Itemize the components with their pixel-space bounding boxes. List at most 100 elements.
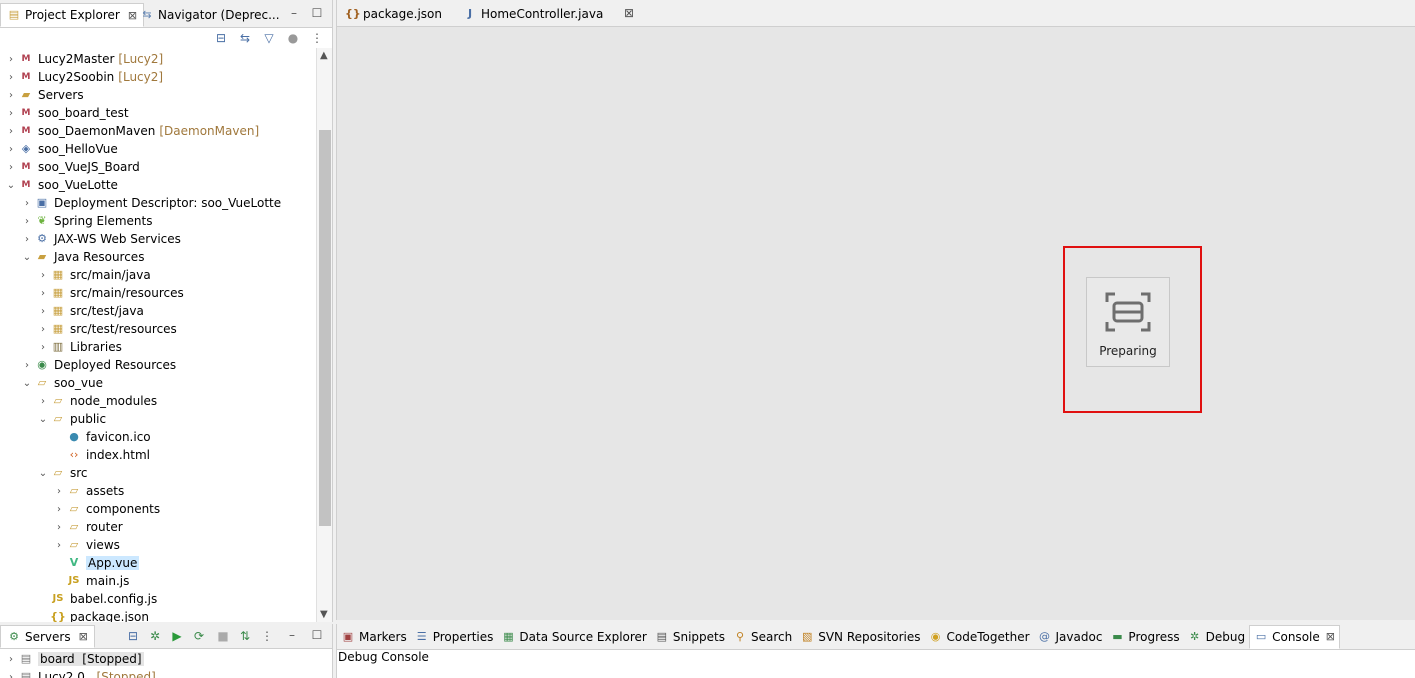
view-menu-icon[interactable]: ⋮: [308, 30, 326, 46]
stop-icon[interactable]: ■: [214, 628, 232, 644]
chevron-right-icon[interactable]: ›: [52, 522, 66, 533]
tab-homecontroller-java[interactable]: J HomeController.java: [457, 2, 609, 26]
tree-item[interactable]: › ▥ Libraries: [36, 338, 122, 356]
collapse-all-icon[interactable]: ⊟: [212, 30, 230, 46]
chevron-right-icon[interactable]: ›: [4, 108, 18, 119]
chevron-right-icon[interactable]: ›: [36, 270, 50, 281]
maximize-icon[interactable]: ☐: [309, 628, 325, 642]
tab-package-json[interactable]: {} package.json: [339, 2, 448, 26]
chevron-right-icon[interactable]: ›: [36, 396, 50, 407]
scroll-down-icon[interactable]: ▼: [320, 609, 328, 620]
tree-item[interactable]: › ▦ src/test/java: [36, 302, 144, 320]
chevron-right-icon[interactable]: ›: [4, 672, 18, 678]
chevron-down-icon[interactable]: ⌄: [36, 468, 50, 479]
run-icon[interactable]: ▶: [168, 628, 186, 644]
tree-item[interactable]: › ▱ node_modules: [36, 392, 157, 410]
minimize-icon[interactable]: –: [284, 628, 300, 642]
tree-item[interactable]: › ▦ src/main/java: [36, 266, 151, 284]
tree-item[interactable]: › ▦ src/test/resources: [36, 320, 177, 338]
chevron-right-icon[interactable]: ›: [4, 72, 18, 83]
tree-item[interactable]: › M Lucy2Master [Lucy2]: [4, 50, 163, 68]
chevron-right-icon[interactable]: ›: [20, 360, 34, 371]
server-row[interactable]: › ▤ Lucy2.0 [Stopped]: [4, 668, 156, 678]
tab-markers[interactable]: ▣ Markers: [337, 625, 411, 649]
tree-item[interactable]: JS main.js: [66, 572, 130, 590]
chevron-right-icon[interactable]: ›: [4, 54, 18, 65]
tree-item[interactable]: ‹› index.html: [66, 446, 150, 464]
tab-svn-repositories[interactable]: ▧ SVN Repositories: [796, 625, 924, 649]
maximize-icon[interactable]: ☐: [309, 6, 325, 20]
tree-item[interactable]: › Msoo_DaemonMaven [DaemonMaven]: [4, 122, 259, 140]
tab-servers[interactable]: ⚙ Servers ⊠: [0, 625, 95, 648]
collapse-icon[interactable]: ⊟: [124, 628, 142, 644]
close-icon[interactable]: ⊠: [79, 630, 88, 643]
chevron-down-icon[interactable]: ⌄: [20, 378, 34, 389]
tree-item[interactable]: ⌄ Msoo_VueLotte: [4, 176, 118, 194]
tree-item-selected[interactable]: V App.vue: [66, 554, 140, 572]
tab-search[interactable]: ⚲ Search: [729, 625, 796, 649]
focus-icon[interactable]: ●: [284, 30, 302, 46]
tree-item[interactable]: › ▱ views: [52, 536, 120, 554]
tree-item[interactable]: ⌄ ▰ Java Resources: [20, 248, 145, 266]
tree-item[interactable]: › Msoo_board_test: [4, 104, 129, 122]
chevron-right-icon[interactable]: ›: [36, 288, 50, 299]
tree-item[interactable]: › ◉ Deployed Resources: [20, 356, 176, 374]
tree-item[interactable]: › ▦ src/main/resources: [36, 284, 184, 302]
tree-item[interactable]: › ▱ assets: [52, 482, 124, 500]
chevron-right-icon[interactable]: ›: [52, 504, 66, 515]
tab-console[interactable]: ▭ Console ⊠: [1249, 624, 1340, 649]
tab-debug[interactable]: ✲ Debug: [1184, 625, 1249, 649]
publish-icon[interactable]: ⇅: [236, 628, 254, 644]
chevron-right-icon[interactable]: ›: [20, 198, 34, 209]
tree-item[interactable]: › ▣ Deployment Descriptor: soo_VueLotte: [20, 194, 281, 212]
tab-javadoc[interactable]: @ Javadoc: [1034, 625, 1107, 649]
tree-item[interactable]: › Msoo_VueJS_Board: [4, 158, 140, 176]
tree-item[interactable]: › ▱ router: [52, 518, 123, 536]
tree-item[interactable]: ⌄ ▱ public: [36, 410, 106, 428]
tree-item[interactable]: JS babel.config.js: [50, 590, 158, 608]
tree-item[interactable]: › ❦ Spring Elements: [20, 212, 152, 230]
tree-item[interactable]: › ▰ Servers: [4, 86, 84, 104]
chevron-right-icon[interactable]: ›: [4, 126, 18, 137]
chevron-right-icon[interactable]: ›: [52, 486, 66, 497]
tree-item[interactable]: ⌄ ▱ src: [36, 464, 88, 482]
tree-item[interactable]: › ▱ components: [52, 500, 160, 518]
tab-properties[interactable]: ☰ Properties: [411, 625, 498, 649]
scroll-up-icon[interactable]: ▲: [320, 50, 328, 61]
minimize-icon[interactable]: –: [286, 6, 302, 20]
link-with-editor-icon[interactable]: ⇆: [236, 30, 254, 46]
chevron-right-icon[interactable]: ›: [4, 162, 18, 173]
chevron-right-icon[interactable]: ›: [20, 234, 34, 245]
chevron-down-icon[interactable]: ⌄: [36, 414, 50, 425]
scroll-thumb[interactable]: [319, 130, 331, 526]
tab-project-explorer[interactable]: ▤ Project Explorer ⊠: [0, 3, 145, 27]
tree-item[interactable]: ● favicon.ico: [66, 428, 150, 446]
chevron-right-icon[interactable]: ›: [36, 342, 50, 353]
chevron-down-icon[interactable]: ⌄: [4, 180, 18, 191]
profile-icon[interactable]: ⟳: [190, 628, 208, 644]
chevron-right-icon[interactable]: ›: [36, 306, 50, 317]
tab-data-source-explorer[interactable]: ▦ Data Source Explorer: [497, 625, 650, 649]
tree-item[interactable]: › ◈ soo_HelloVue: [4, 140, 118, 158]
view-menu-icon[interactable]: ⋮: [258, 628, 276, 644]
tree-item[interactable]: ⌄ ▱ soo_vue: [20, 374, 103, 392]
chevron-right-icon[interactable]: ›: [36, 324, 50, 335]
filter-icon[interactable]: ▽: [260, 30, 278, 46]
chevron-right-icon[interactable]: ›: [20, 216, 34, 227]
tab-snippets[interactable]: ▤ Snippets: [651, 625, 729, 649]
chevron-right-icon[interactable]: ›: [52, 540, 66, 551]
chevron-right-icon[interactable]: ›: [4, 90, 18, 101]
tree-item[interactable]: › M Lucy2Soobin [Lucy2]: [4, 68, 163, 86]
tree-item[interactable]: {} package.json: [50, 608, 149, 622]
close-icon[interactable]: ⊠: [1326, 630, 1335, 643]
server-row[interactable]: › ▤ board [Stopped]: [4, 650, 144, 668]
vertical-scrollbar[interactable]: ▲ ▼: [316, 48, 332, 622]
chevron-right-icon[interactable]: ›: [4, 654, 18, 665]
close-icon[interactable]: ⊠: [621, 6, 637, 20]
chevron-down-icon[interactable]: ⌄: [20, 252, 34, 263]
chevron-right-icon[interactable]: ›: [4, 144, 18, 155]
debug-icon[interactable]: ✲: [146, 628, 164, 644]
tab-progress[interactable]: ▬ Progress: [1106, 625, 1183, 649]
tab-codetogether[interactable]: ◉ CodeTogether: [925, 625, 1034, 649]
tab-navigator[interactable]: ⇆ Navigator (Deprec...: [134, 3, 286, 27]
